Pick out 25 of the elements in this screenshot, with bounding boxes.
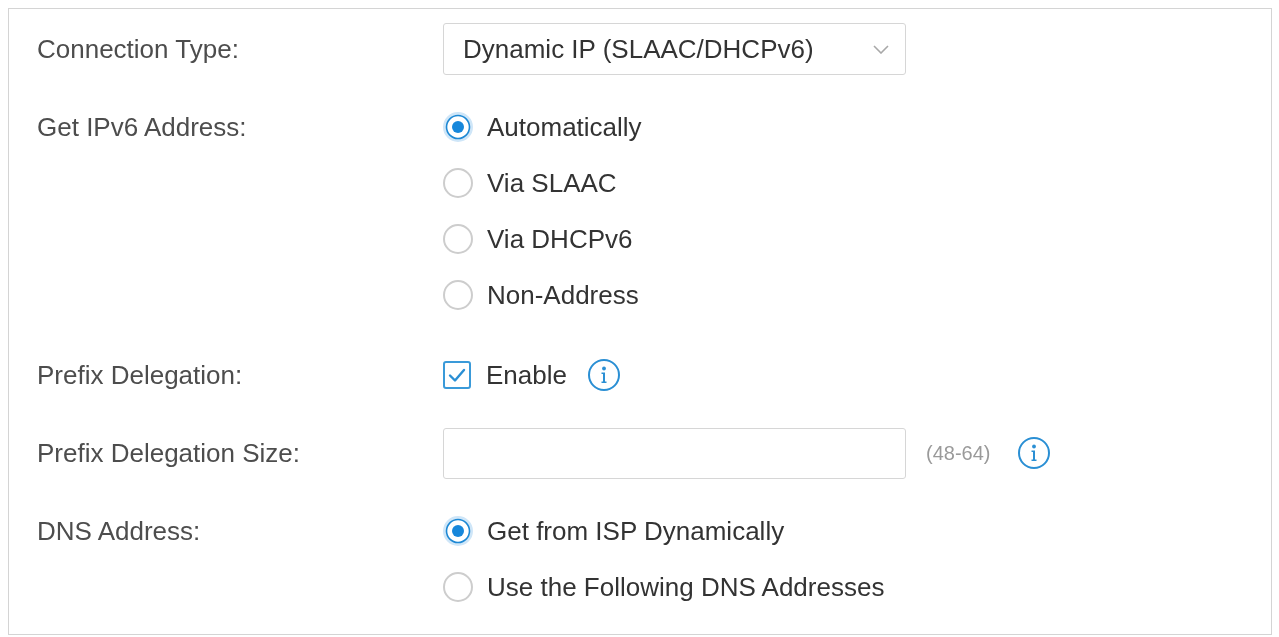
radio-option-label[interactable]: Get from ISP Dynamically xyxy=(487,518,785,544)
field-label: Connection Type: xyxy=(37,36,239,62)
radio-option-label[interactable]: Non-Address xyxy=(487,282,639,308)
radio-empty-icon[interactable] xyxy=(443,572,473,602)
field-label: Prefix Delegation: xyxy=(37,362,243,388)
input-field[interactable] xyxy=(443,427,906,479)
range-hint: (48-64) xyxy=(926,443,991,463)
field-label: DNS Address: xyxy=(37,518,201,544)
dropdown-select[interactable]: Dynamic IP (SLAAC/DHCPv6) xyxy=(443,23,906,75)
radio-selected-icon[interactable] xyxy=(443,516,473,546)
checkbox-checked-icon[interactable] xyxy=(443,361,471,389)
radio-option-label[interactable]: Via DHCPv6 xyxy=(487,226,633,252)
radio-empty-icon[interactable] xyxy=(443,168,473,198)
radio-selected-icon[interactable] xyxy=(443,112,473,142)
chevron-down-icon xyxy=(873,44,889,54)
radio-option-label[interactable]: Automatically xyxy=(487,114,642,140)
radio-empty-icon[interactable] xyxy=(443,280,473,310)
checkbox-label[interactable]: Enable xyxy=(486,362,567,388)
field-label: Get IPv6 Address: xyxy=(37,114,247,140)
radio-empty-icon[interactable] xyxy=(443,224,473,254)
field-label: Prefix Delegation Size: xyxy=(37,440,301,466)
info-icon[interactable] xyxy=(587,359,620,391)
info-icon[interactable] xyxy=(1018,437,1051,469)
radio-option-label[interactable]: Use the Following DNS Addresses xyxy=(487,574,885,600)
radio-option-label[interactable]: Via SLAAC xyxy=(487,170,617,196)
